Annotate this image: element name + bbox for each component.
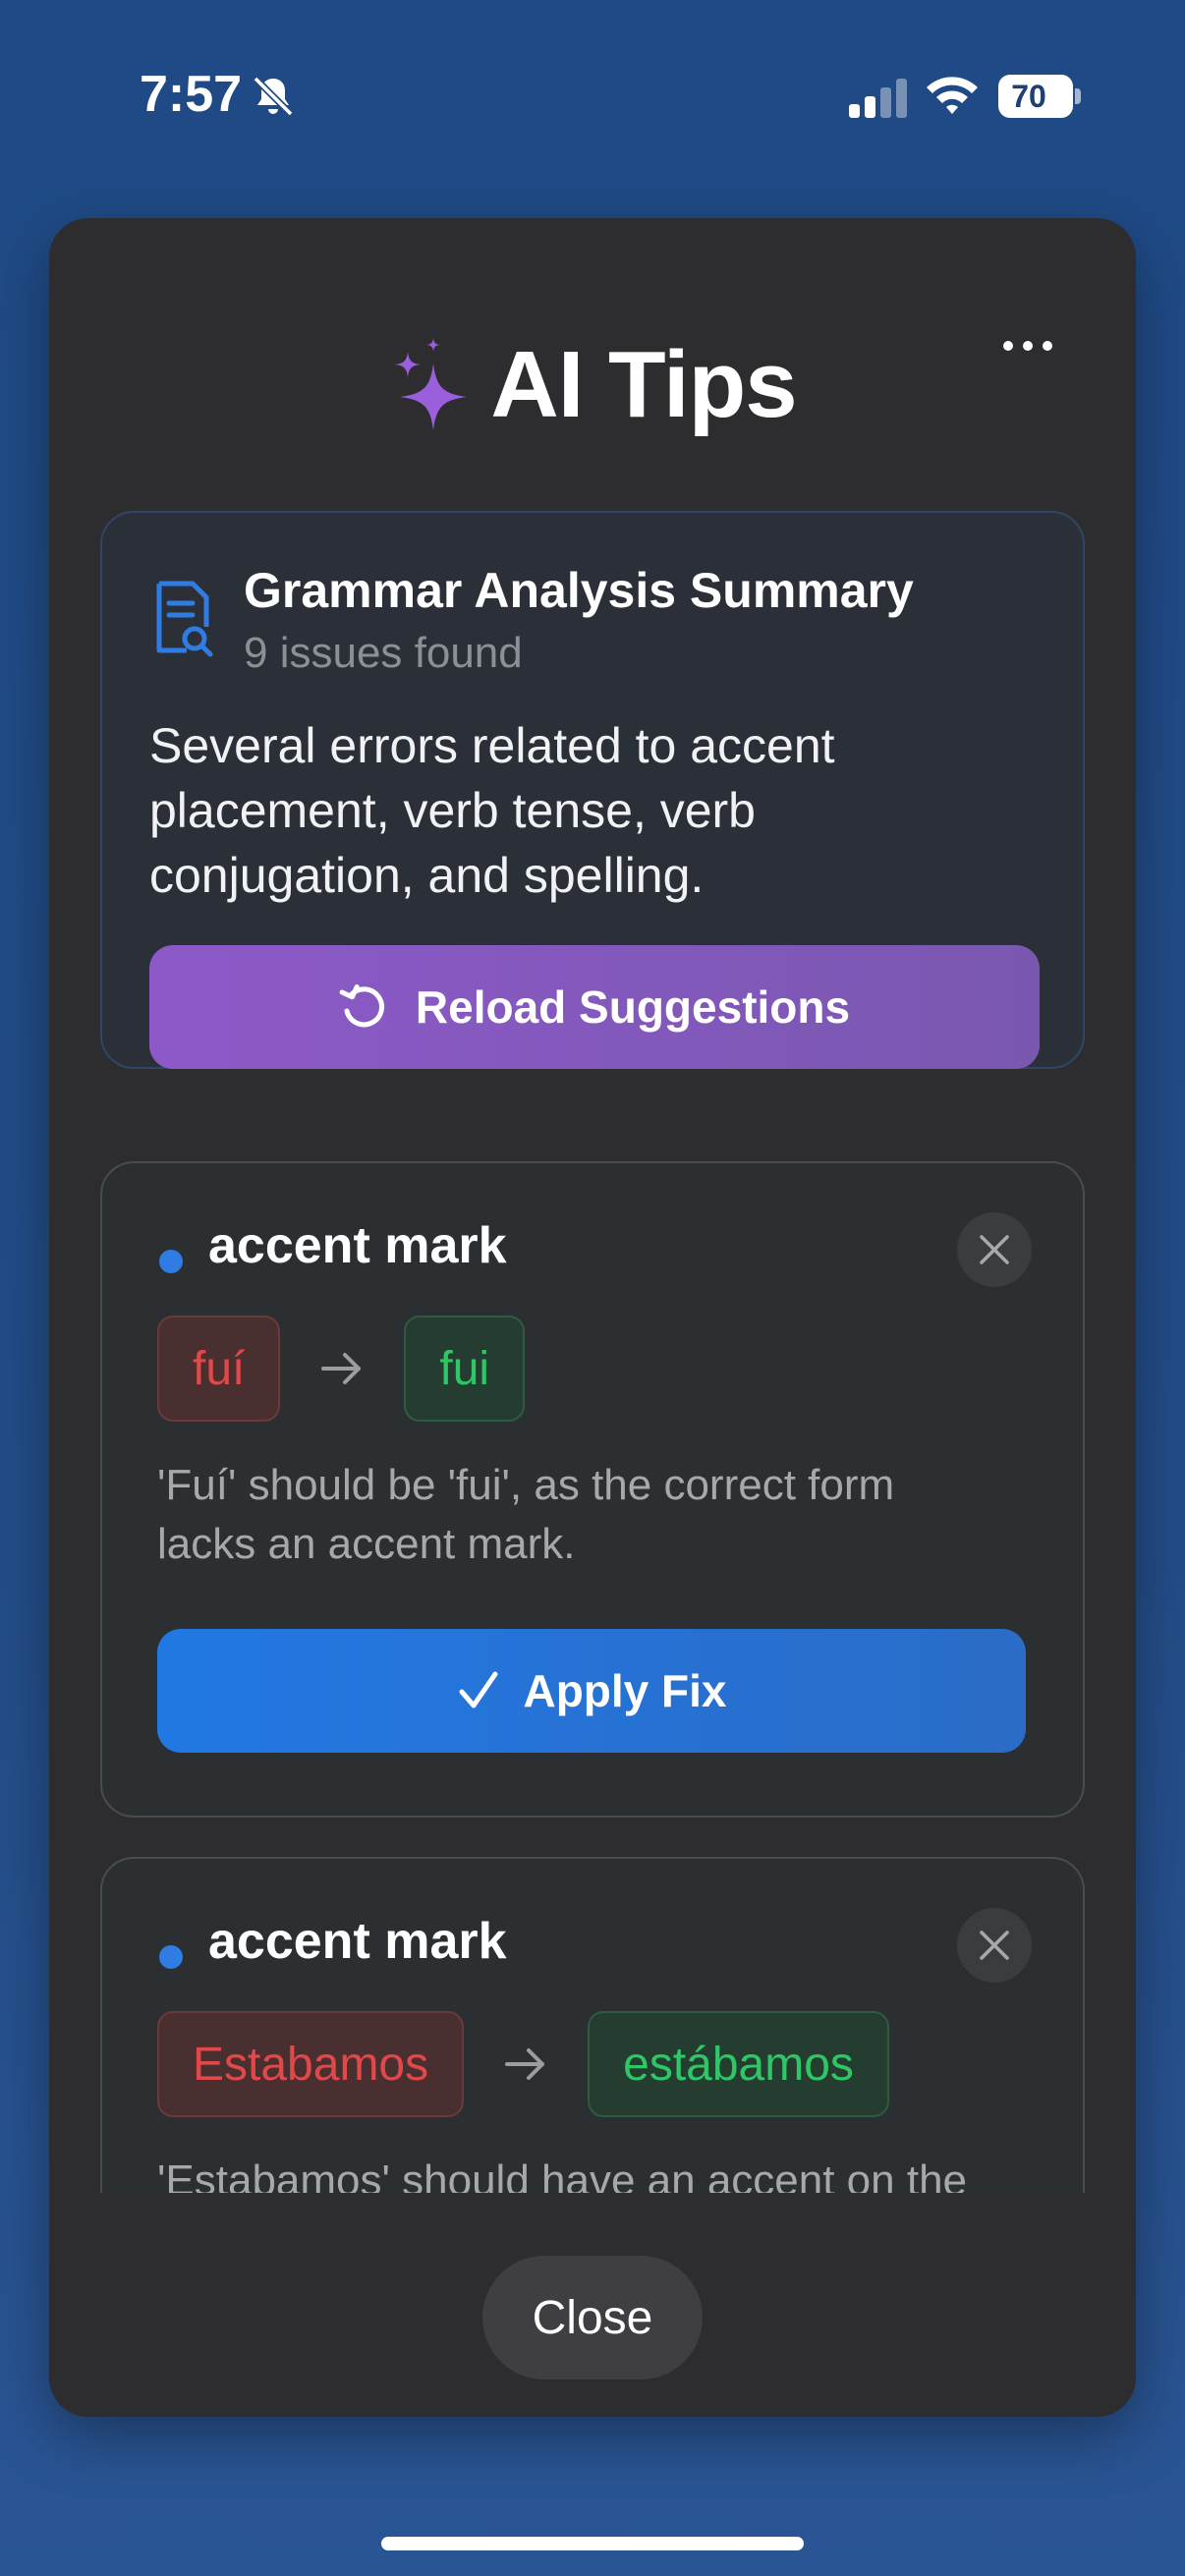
status-time: 7:57 [140, 66, 243, 123]
ai-tips-sheet: AI Tips Grammar Analysis Summary 9 issue… [49, 218, 1136, 2417]
home-indicator[interactable] [381, 2537, 804, 2550]
close-icon [980, 1235, 1009, 1264]
dismiss-button[interactable] [957, 1908, 1032, 1983]
grammar-summary-card: Grammar Analysis Summary 9 issues found … [100, 511, 1085, 1069]
suggestion-card: accent mark Estabamos estábamos 'Estabam… [100, 1857, 1085, 2193]
sheet-title: AI Tips [490, 332, 797, 437]
close-icon [980, 1931, 1009, 1960]
suggestion-category: accent mark [208, 1913, 507, 1970]
battery-body: 70 [998, 75, 1073, 118]
original-text-chip: fuí [157, 1316, 281, 1422]
sheet-scroll-area[interactable]: AI Tips Grammar Analysis Summary 9 issue… [49, 218, 1136, 2193]
suggestion-explanation: 'Estabamos' should have an accent on the [157, 2156, 968, 2193]
summary-description: Several errors related to accent placeme… [149, 718, 835, 903]
wifi-icon [927, 77, 978, 114]
issues-count: 9 issues found [244, 629, 523, 677]
checkmark-icon [459, 1671, 498, 1708]
battery-level: 70 [1011, 79, 1046, 114]
status-bar: 7:57 70 [0, 0, 1185, 196]
close-button[interactable]: Close [482, 2256, 703, 2380]
reload-suggestions-button[interactable]: Reload Suggestions [149, 945, 1040, 1069]
sheet-footer: Close [49, 2193, 1136, 2417]
suggestion-card: accent mark fuí fui 'Fuí' should be 'fui… [100, 1161, 1085, 1818]
reload-label: Reload Suggestions [415, 981, 851, 1033]
suggestion-category: accent mark [208, 1217, 507, 1274]
close-label: Close [532, 2291, 653, 2344]
apply-fix-label: Apply Fix [523, 1665, 727, 1716]
dismiss-button[interactable] [957, 1212, 1032, 1287]
arrow-right-icon [321, 1353, 362, 1384]
corrected-text-chip: fui [404, 1316, 526, 1422]
apply-fix-button[interactable]: Apply Fix [157, 1629, 1026, 1753]
cellular-signal-icon [849, 79, 907, 118]
bell-off-icon [253, 76, 294, 117]
battery-indicator: 70 [998, 75, 1081, 118]
document-search-icon [156, 581, 213, 657]
category-dot [159, 1945, 183, 1969]
category-dot [159, 1250, 183, 1273]
corrected-text-chip: estábamos [588, 2011, 889, 2117]
correction-row: Estabamos estábamos [157, 2010, 889, 2118]
arrow-right-icon [505, 2048, 545, 2080]
correction-row: fuí fui [157, 1315, 526, 1423]
sparkle-icon [395, 338, 468, 430]
original-text-chip: Estabamos [157, 2011, 465, 2117]
sheet-header: AI Tips [49, 326, 1136, 444]
suggestion-explanation: 'Fuí' should be 'fui', as the correct fo… [157, 1461, 895, 1568]
reload-icon [339, 984, 384, 1028]
summary-title: Grammar Analysis Summary [244, 563, 914, 618]
